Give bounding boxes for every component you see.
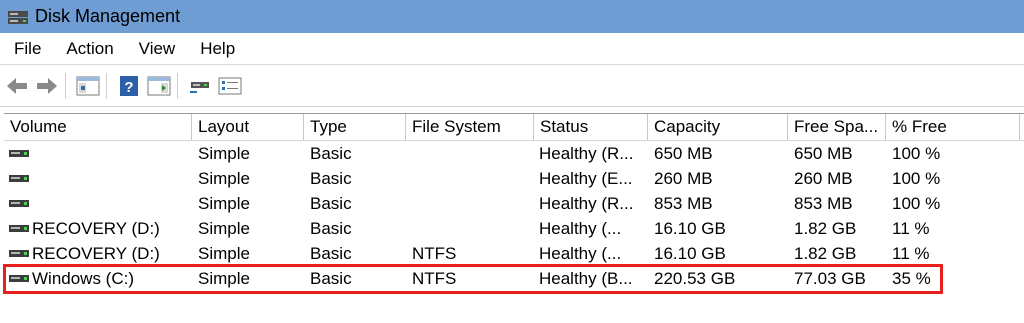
cell-layout: Simple xyxy=(198,144,250,163)
column-header-free-space[interactable]: Free Spa... xyxy=(788,114,886,140)
volume-list: Volume Layout Type File System Status Ca… xyxy=(0,113,1024,323)
disk-management-icon xyxy=(8,10,28,24)
cell-capacity: 16.10 GB xyxy=(654,244,726,263)
cell-free-space: 77.03 GB xyxy=(794,269,866,288)
cell-file-system: NTFS xyxy=(412,269,457,288)
show-hide-console-tree-button[interactable] xyxy=(75,73,101,99)
properties-list-icon xyxy=(218,77,242,95)
cell-volume: Windows (C:) xyxy=(32,269,135,288)
column-header-layout[interactable]: Layout xyxy=(192,114,304,140)
table-row[interactable]: Simple Basic Healthy (E... 260 MB 260 MB 100 … xyxy=(4,166,1024,191)
svg-text:?: ? xyxy=(124,79,133,96)
cell-free-space: 1.82 GB xyxy=(794,244,857,263)
cell-status: Healthy (... xyxy=(539,219,622,238)
cell-layout: Simple xyxy=(198,219,250,238)
cell-type: Basic xyxy=(310,269,352,288)
column-header-row: Volume Layout Type File System Status Ca… xyxy=(4,113,1024,141)
table-row[interactable]: Simple Basic Healthy (R... 853 MB 853 MB 100 … xyxy=(4,191,1024,216)
cell-status: Healthy (R... xyxy=(539,194,634,213)
cell-status: Healthy (R... xyxy=(539,144,634,163)
drive-icon xyxy=(9,275,29,282)
cell-percent-free: 35 % xyxy=(892,269,931,288)
column-header-type[interactable]: Type xyxy=(304,114,406,140)
cell-percent-free: 100 % xyxy=(892,194,941,213)
table-row[interactable]: RECOVERY (D:) Simple Basic NTFS Healthy (...… xyxy=(4,241,1024,266)
help-button[interactable]: ? xyxy=(116,73,142,99)
cell-status: Healthy (B... xyxy=(539,269,633,288)
cell-capacity: 260 MB xyxy=(654,169,713,188)
cell-free-space: 260 MB xyxy=(794,169,853,188)
cell-type: Basic xyxy=(310,144,352,163)
column-header-file-system[interactable]: File System xyxy=(406,114,534,140)
cell-layout: Simple xyxy=(198,194,250,213)
cell-capacity: 853 MB xyxy=(654,194,713,213)
window-title: Disk Management xyxy=(35,6,181,26)
cell-volume: RECOVERY (D:) xyxy=(32,219,160,238)
drive-icon xyxy=(9,150,29,157)
column-header-capacity[interactable]: Capacity xyxy=(648,114,788,140)
drive-icon xyxy=(9,200,29,207)
show-hide-console-tree-icon xyxy=(76,76,100,96)
cell-status: Healthy (... xyxy=(539,244,622,263)
show-hide-action-pane-icon xyxy=(147,76,171,96)
cell-percent-free: 11 % xyxy=(892,244,930,263)
cell-layout: Simple xyxy=(198,169,250,188)
menu-file[interactable]: File xyxy=(3,39,52,59)
toolbar-separator xyxy=(65,73,66,99)
help-icon: ? xyxy=(120,76,138,96)
back-button[interactable] xyxy=(4,73,30,99)
cell-type: Basic xyxy=(310,244,352,263)
column-header-volume[interactable]: Volume xyxy=(4,114,192,140)
cell-file-system: NTFS xyxy=(412,244,457,263)
cell-percent-free: 11 % xyxy=(892,219,930,238)
title-bar: Disk Management xyxy=(0,0,1024,33)
cell-type: Basic xyxy=(310,219,352,238)
toolbar-separator xyxy=(106,73,107,99)
menu-action[interactable]: Action xyxy=(55,39,124,59)
cell-status: Healthy (E... xyxy=(539,169,633,188)
cell-free-space: 1.82 GB xyxy=(794,219,857,238)
menu-help[interactable]: Help xyxy=(189,39,246,59)
cell-capacity: 650 MB xyxy=(654,144,713,163)
forward-button[interactable] xyxy=(34,73,60,99)
toolbar: ? xyxy=(0,66,1024,107)
cell-layout: Simple xyxy=(198,244,250,263)
connect-disk-icon xyxy=(190,82,209,93)
properties-list-button[interactable] xyxy=(217,73,243,99)
table-row[interactable]: RECOVERY (D:) Simple Basic Healthy (... 16.1… xyxy=(4,216,1024,241)
show-hide-action-pane-button[interactable] xyxy=(146,73,172,99)
toolbar-separator xyxy=(177,73,178,99)
forward-arrow-icon xyxy=(37,78,57,94)
connect-disk-button[interactable] xyxy=(187,73,213,99)
cell-free-space: 853 MB xyxy=(794,194,853,213)
cell-capacity: 16.10 GB xyxy=(654,219,726,238)
column-header-percent-free[interactable]: % Free xyxy=(886,114,1020,140)
cell-type: Basic xyxy=(310,194,352,213)
menu-bar: File Action View Help xyxy=(0,33,1024,65)
cell-percent-free: 100 % xyxy=(892,169,941,188)
cell-free-space: 650 MB xyxy=(794,144,853,163)
cell-type: Basic xyxy=(310,169,352,188)
cell-volume: RECOVERY (D:) xyxy=(32,244,160,263)
cell-percent-free: 100 % xyxy=(892,144,941,163)
table-row[interactable]: Simple Basic Healthy (R... 650 MB 650 MB 100 … xyxy=(4,141,1024,166)
menu-view[interactable]: View xyxy=(128,39,187,59)
cell-layout: Simple xyxy=(198,269,250,288)
back-arrow-icon xyxy=(7,78,27,94)
drive-icon xyxy=(9,225,29,232)
cell-capacity: 220.53 GB xyxy=(654,269,736,288)
column-header-status[interactable]: Status xyxy=(534,114,648,140)
drive-icon xyxy=(9,175,29,182)
table-row[interactable]: Windows (C:) Simple Basic NTFS Healthy (B...… xyxy=(4,266,1024,291)
drive-icon xyxy=(9,250,29,257)
